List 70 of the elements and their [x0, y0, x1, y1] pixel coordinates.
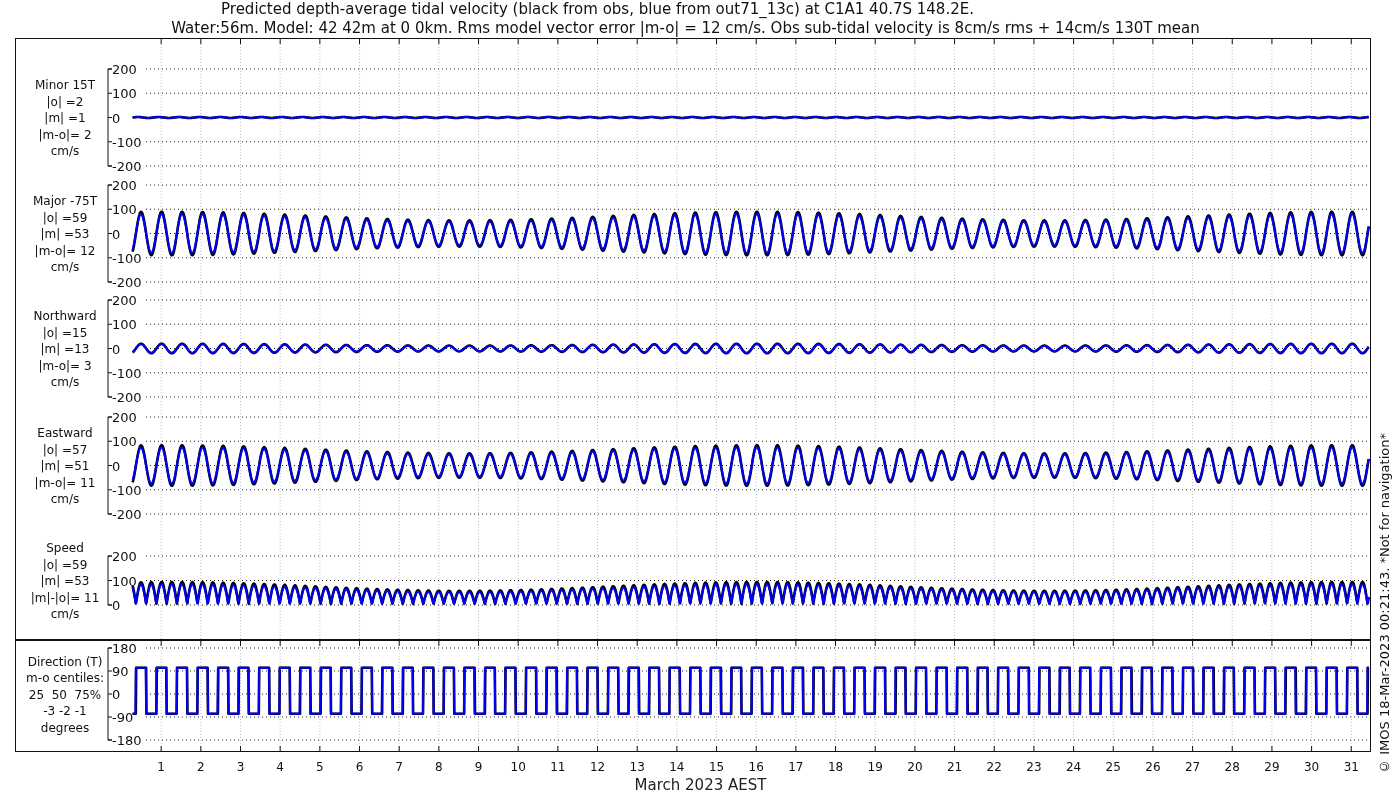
day-label: 20 — [907, 759, 923, 774]
chart-title: Predicted depth-average tidal velocity (black from obs, blue from out71_13c) at C1A1 40.7S 148.2E. — [220, 0, 975, 19]
day-label: 18 — [827, 759, 844, 774]
axis-tick-label: 200 — [112, 62, 137, 77]
axis-tick-label: -100 — [112, 250, 142, 266]
axis-tick-label: 100 — [112, 573, 137, 589]
axis-tick-label: -200 — [112, 507, 142, 522]
axis-tick-label: -180 — [112, 733, 142, 748]
axis-tick-label: 90 — [112, 664, 129, 679]
axis-tick-label: 200 — [112, 549, 137, 564]
day-label: 29 — [1264, 759, 1280, 774]
chart-title: Water:56m. Model: 42 42m at 0 0km. Rms model vector error |m-o| = 12 cm/s. Obs sub-tidal velocity is 8cm/s rms + 14cm/s 130T mean — [170, 19, 1201, 38]
axis-tick-label: 100 — [112, 434, 137, 450]
panel-label: Major -75T |o| =59 |m| =53 |m-o|= 12 cm/s — [32, 194, 98, 274]
axis-tick-label: 0 — [112, 687, 121, 702]
axis-tick-label: 100 — [112, 86, 137, 102]
day-label: 26 — [1145, 759, 1161, 774]
day-label: 1 — [157, 759, 165, 774]
day-label: 27 — [1184, 759, 1201, 774]
day-label: 15 — [708, 759, 725, 774]
day-label: 14 — [669, 759, 685, 774]
day-label: 5 — [316, 759, 324, 774]
day-label: 12 — [589, 759, 606, 774]
day-label: 24 — [1065, 759, 1082, 774]
day-label: 23 — [1026, 759, 1042, 774]
axis-tick-label: -100 — [112, 134, 142, 150]
axis-label: March 2023 AEST — [633, 776, 768, 794]
day-label: 13 — [629, 759, 645, 774]
day-label: 21 — [946, 759, 963, 774]
y-axis — [107, 555, 113, 606]
day-label: 2 — [197, 759, 205, 774]
day-label: 22 — [986, 759, 1002, 774]
axis-tick-label: 200 — [112, 178, 137, 193]
day-label: 7 — [395, 759, 403, 774]
day-label: 11 — [550, 759, 566, 774]
day-label: 6 — [355, 759, 364, 774]
day-label: 10 — [510, 759, 526, 774]
axis-tick-label: 0 — [112, 226, 121, 242]
day-label: 9 — [474, 759, 483, 774]
day-label: 3 — [236, 759, 245, 774]
axis-tick-label: 100 — [112, 202, 137, 218]
axis-tick-label: 100 — [112, 317, 137, 333]
axis-tick-label: 0 — [112, 110, 121, 126]
panel-label: Direction (T) m-o centiles: 25 50 75% -3 -2 -1 degrees — [26, 654, 104, 735]
panel-label: Eastward |o| =57 |m| =51 |m-o|= 11 cm/s — [34, 426, 96, 506]
axis-tick-label: 0 — [112, 341, 121, 357]
axis-tick-label: -90 — [112, 710, 134, 725]
day-label: 25 — [1105, 759, 1121, 774]
panel-label: Northward |o| =15 |m| =13 |m-o|= 3 cm/s — [33, 309, 97, 389]
axis-tick-label: 200 — [112, 293, 137, 308]
day-label: 8 — [435, 759, 443, 774]
axis-tick-label: 180 — [112, 641, 137, 656]
axis-tick-label: -200 — [112, 275, 142, 290]
axis-tick-label: -200 — [112, 390, 142, 405]
day-label: 19 — [867, 759, 883, 774]
day-label: 17 — [788, 759, 804, 774]
day-label: 16 — [748, 759, 764, 774]
axis-tick-label: -100 — [112, 365, 142, 381]
panel-label: Minor 15T |o| =2 |m| =1 |m-o|= 2 cm/s — [35, 78, 95, 158]
axis-tick-label: 0 — [112, 458, 121, 474]
day-label: 4 — [276, 759, 284, 774]
axis-tick-label: 200 — [112, 410, 137, 425]
axis-tick-label: -200 — [112, 159, 142, 174]
axis-tick-label: 0 — [112, 598, 121, 613]
axis-tick-label: -100 — [112, 482, 142, 498]
day-label: 28 — [1224, 759, 1240, 774]
copyright-notice: © IMOS 18-Mar-2023 00:21:43. *Not for navigation* — [1377, 433, 1393, 774]
panel-label: Speed |o| =59 |m| =53 |m|-|o|= 11 cm/s — [30, 541, 100, 621]
day-label: 31 — [1343, 759, 1359, 774]
day-label: 30 — [1303, 759, 1320, 774]
